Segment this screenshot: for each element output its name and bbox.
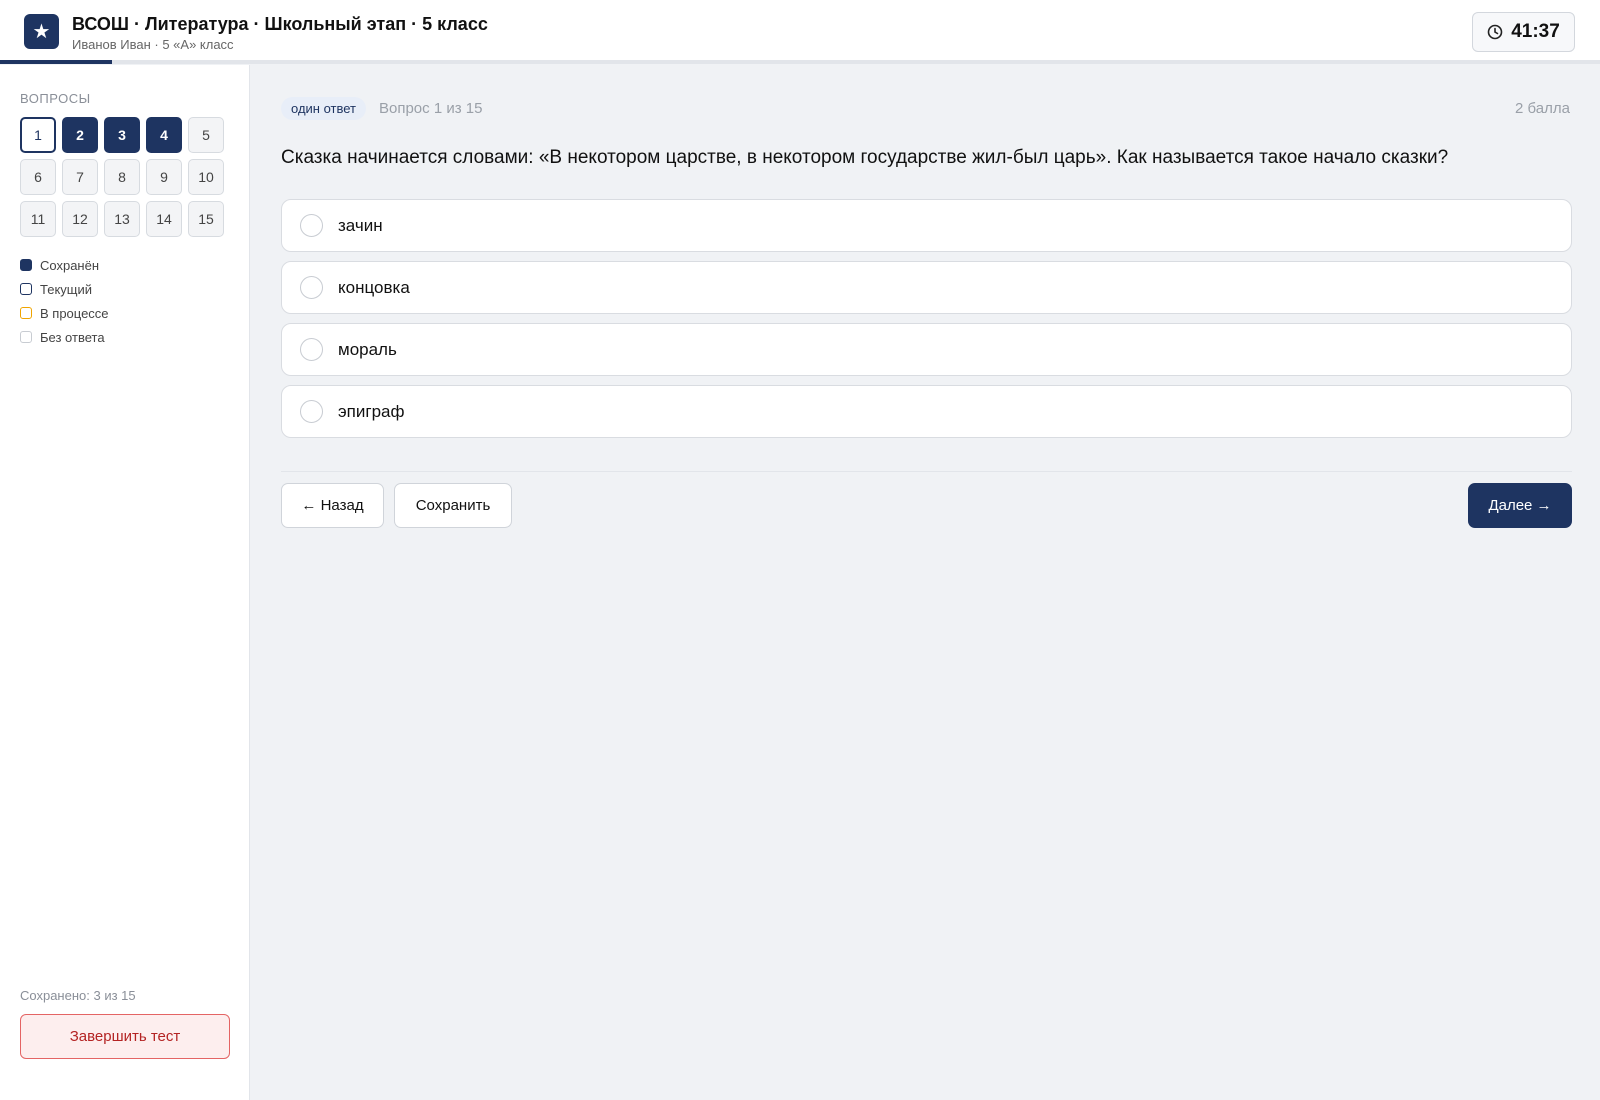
- question-nav-13[interactable]: 13: [104, 201, 140, 237]
- answer-option-label: концовка: [338, 278, 410, 297]
- saved-count: Сохранено: 3 из 15: [20, 988, 136, 1003]
- legend-swatch-icon: [20, 331, 32, 343]
- question-nav-5[interactable]: 5: [188, 117, 224, 153]
- clock-icon: [1487, 24, 1503, 40]
- question-counter: Вопрос 1 из 15: [379, 100, 483, 117]
- question-nav-12[interactable]: 12: [62, 201, 98, 237]
- legend-swatch-icon: [20, 283, 32, 295]
- question-points: 2 балла: [1515, 100, 1570, 117]
- question-panel: один ответ Вопрос 1 из 15 2 балла Сказка…: [251, 65, 1600, 1100]
- legend-label: Сохранён: [40, 257, 100, 273]
- question-nav-2[interactable]: 2: [62, 117, 98, 153]
- legend-label: Без ответа: [40, 329, 105, 345]
- radio-button-icon[interactable]: [300, 338, 323, 361]
- answer-option-label: мораль: [338, 340, 397, 359]
- back-button[interactable]: ← Назад: [281, 483, 384, 528]
- star-logo-icon: ★: [24, 14, 59, 49]
- question-nav-14[interactable]: 14: [146, 201, 182, 237]
- question-nav-3[interactable]: 3: [104, 117, 140, 153]
- legend-label: Текущий: [40, 281, 92, 297]
- question-sidebar: ВОПРОСЫ 1 2 3 4 5 6 7 8 9 10 11 12 13 14 15 Сохранён Те…: [0, 65, 250, 1100]
- next-button[interactable]: Далее →: [1468, 483, 1572, 528]
- question-nav-1[interactable]: 1: [20, 117, 56, 153]
- question-nav-9[interactable]: 9: [146, 159, 182, 195]
- answer-option-1[interactable]: зачин: [281, 199, 1572, 252]
- timer: 41:37: [1472, 12, 1575, 52]
- divider: [281, 471, 1572, 472]
- legend-item: Текущий: [20, 280, 92, 298]
- question-nav-8[interactable]: 8: [104, 159, 140, 195]
- radio-button-icon[interactable]: [300, 214, 323, 237]
- test-progress-fill: [0, 60, 112, 64]
- question-nav-4[interactable]: 4: [146, 117, 182, 153]
- radio-button-icon[interactable]: [300, 400, 323, 423]
- questions-heading: ВОПРОСЫ: [20, 91, 91, 106]
- test-title: ВСОШ · Литература · Школьный этап · 5 кл…: [72, 14, 488, 34]
- question-nav-6[interactable]: 6: [20, 159, 56, 195]
- legend-swatch-icon: [20, 307, 32, 319]
- question-nav-15[interactable]: 15: [188, 201, 224, 237]
- test-progress-bar: [0, 60, 1600, 64]
- question-text: Сказка начинается словами: «В некотором …: [281, 147, 1449, 168]
- legend-item: В процессе: [20, 304, 109, 322]
- radio-button-icon[interactable]: [300, 276, 323, 299]
- timer-value: 41:37: [1511, 21, 1560, 42]
- question-nav-7[interactable]: 7: [62, 159, 98, 195]
- answer-option-label: эпиграф: [338, 402, 405, 421]
- answer-option-2[interactable]: концовка: [281, 261, 1572, 314]
- answer-option-label: зачин: [338, 216, 383, 235]
- finish-test-button[interactable]: Завершить тест: [20, 1014, 230, 1059]
- legend-swatch-icon: [20, 259, 32, 271]
- save-button[interactable]: Сохранить: [394, 483, 512, 528]
- legend-label: В процессе: [40, 305, 109, 321]
- question-nav-11[interactable]: 11: [20, 201, 56, 237]
- question-nav-10[interactable]: 10: [188, 159, 224, 195]
- answer-option-4[interactable]: эпиграф: [281, 385, 1572, 438]
- top-header: ★ ВСОШ · Литература · Школьный этап · 5 …: [0, 0, 1600, 64]
- question-type-badge: один ответ: [281, 97, 366, 120]
- legend-item: Без ответа: [20, 328, 105, 346]
- student-info: Иванов Иван · 5 «А» класс: [72, 37, 234, 52]
- legend-item: Сохранён: [20, 256, 99, 274]
- answer-option-3[interactable]: мораль: [281, 323, 1572, 376]
